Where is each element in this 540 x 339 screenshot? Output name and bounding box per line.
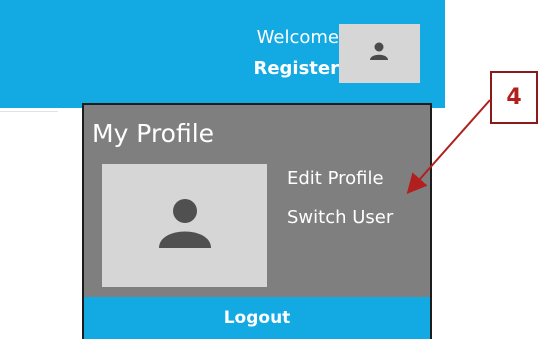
user-icon xyxy=(370,42,388,60)
welcome-label: Welcome xyxy=(256,27,339,48)
user-icon xyxy=(159,199,211,248)
header-avatar-button[interactable] xyxy=(339,24,420,83)
dropdown-title: My Profile xyxy=(92,119,215,148)
divider xyxy=(0,111,58,112)
annotation-arrow-icon xyxy=(406,99,491,194)
top-header: Welcome Register xyxy=(0,0,445,108)
logout-button[interactable]: Logout xyxy=(84,297,430,339)
app-window: Welcome Register My Profile Edit Profile… xyxy=(0,0,540,339)
edit-profile-link[interactable]: Edit Profile xyxy=(287,167,384,191)
switch-user-link[interactable]: Switch User xyxy=(287,206,393,230)
register-link[interactable]: Register xyxy=(219,59,339,79)
profile-avatar xyxy=(102,164,267,287)
profile-dropdown: My Profile Edit Profile Switch User Logo… xyxy=(82,103,432,339)
